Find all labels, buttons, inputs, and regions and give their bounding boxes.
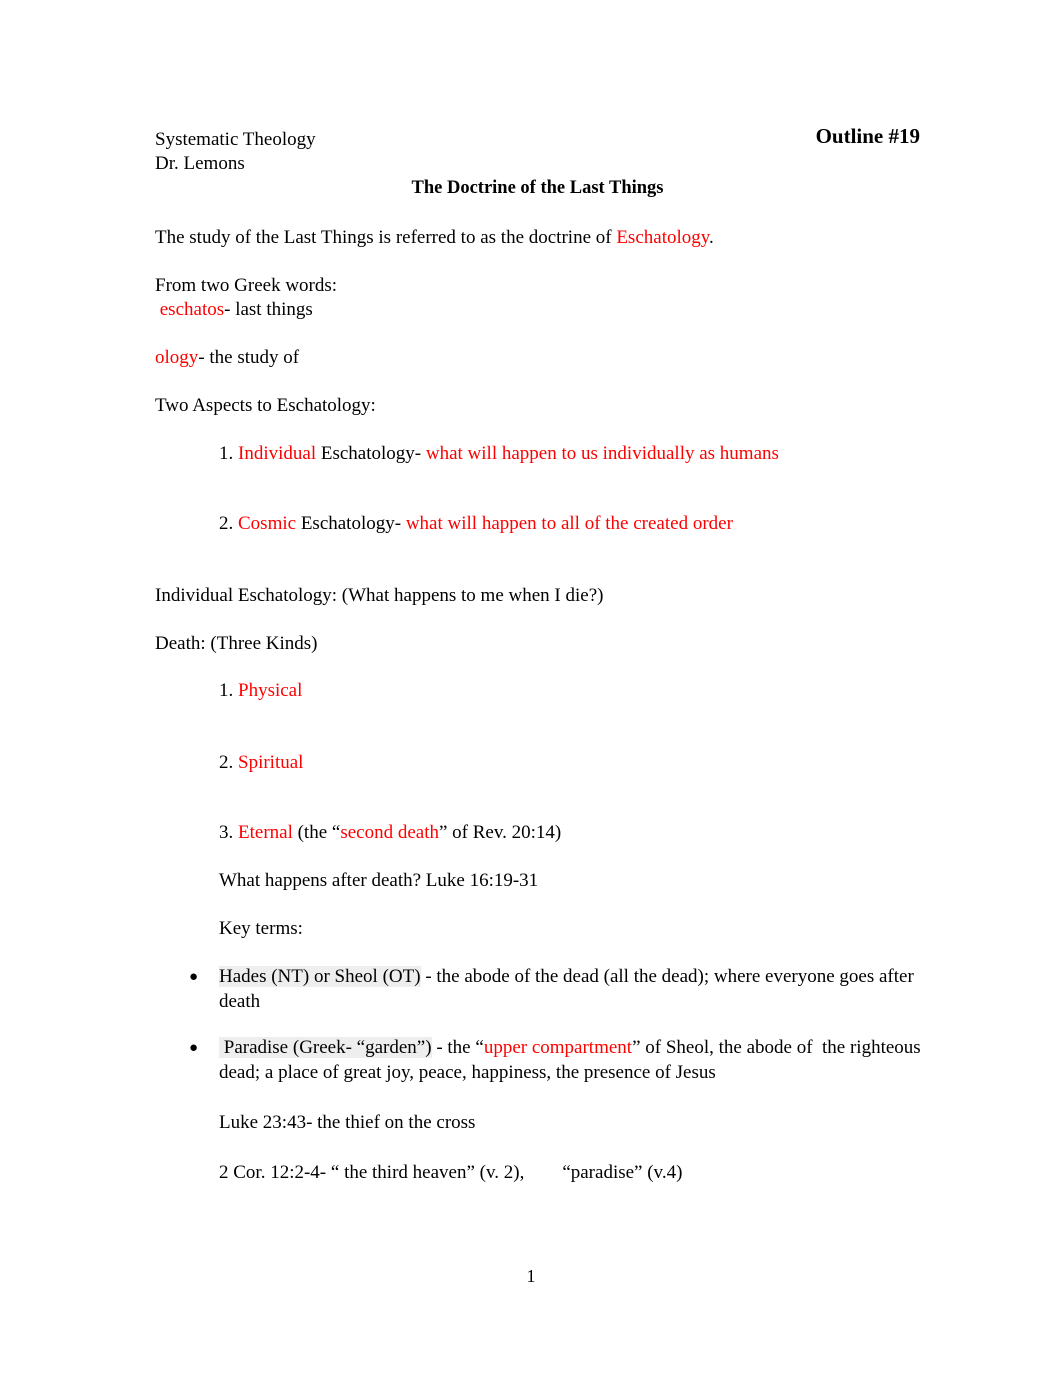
- instructor-name: Dr. Lemons: [155, 152, 245, 174]
- corinthians-reference: 2 Cor. 12:2-4- “ the third heaven” (v. 2…: [219, 1162, 683, 1183]
- ology-definition: ology- the study of: [155, 346, 925, 370]
- course-name: Systematic Theology: [155, 129, 316, 150]
- individual-eschatology-heading: Individual Eschatology: (What happens to…: [155, 585, 604, 606]
- bullet-1-text: Hades (NT) or Sheol (OT) - the abode of …: [219, 965, 925, 1014]
- death-item-3: 3. Eternal (the “second death” of Rev. 2…: [219, 821, 925, 845]
- list-item: ● Paradise (Greek- “garden”) - the “uppe…: [155, 1036, 925, 1085]
- page-title: The Doctrine of the Last Things: [411, 178, 664, 198]
- aspect-2-number: 2.: [219, 513, 238, 534]
- second-death-term: second death: [340, 822, 439, 843]
- bullet-icon: ●: [189, 1040, 199, 1056]
- outline-number: Outline #19: [815, 124, 920, 148]
- document-header: Systematic Theology Dr. Lemons Outline #…: [155, 124, 920, 175]
- death-3-number: 3.: [219, 822, 238, 843]
- death-item-2: 2. Spiritual: [219, 751, 925, 775]
- document-page: Systematic Theology Dr. Lemons Outline #…: [0, 0, 1062, 1377]
- eschatos-term: eschatos: [155, 299, 225, 320]
- aspect-item-2: 2. Cosmic Eschatology- what will happen …: [219, 512, 925, 536]
- death-1-number: 1.: [219, 680, 238, 701]
- ology-term: ology: [155, 347, 199, 368]
- bullet-icon: ●: [189, 969, 199, 985]
- death-2-term: Spiritual: [238, 752, 304, 773]
- upper-compartment-term: upper compartment: [483, 1037, 633, 1058]
- after-death-reference: What happens after death? Luke 16:19-31: [219, 870, 539, 891]
- death-3-middle-a: (the “: [292, 822, 341, 843]
- death-1-term: Physical: [238, 680, 303, 701]
- paradise-term: Paradise (Greek- “garden”): [219, 1037, 432, 1058]
- aspect-2-middle-text: Eschatology-: [296, 513, 406, 534]
- aspect-2-term: Cosmic: [238, 513, 297, 534]
- aspect-1-number: 1.: [219, 443, 238, 464]
- death-2-number: 2.: [219, 752, 238, 773]
- list-item: ● Hades (NT) or Sheol (OT) - the abode o…: [155, 965, 925, 1014]
- two-aspects-heading: Two Aspects to Eschatology:: [155, 395, 376, 416]
- page-number: 1: [526, 1266, 536, 1286]
- eschatos-gloss: - last things: [224, 299, 313, 320]
- greek-words-heading: From two Greek words:: [155, 275, 338, 296]
- eschatos-definition: eschatos- last things: [155, 298, 925, 322]
- death-heading: Death: (Three Kinds): [155, 633, 318, 654]
- ology-gloss: - the study of: [198, 347, 300, 368]
- death-3-term: Eternal: [238, 822, 293, 843]
- intro-suffix-text: .: [709, 227, 714, 248]
- death-3-middle-b: ” of Rev. 20:14): [439, 822, 562, 843]
- bullet-2-middle-a: - the “: [431, 1037, 484, 1058]
- intro-paragraph: The study of the Last Things is referred…: [155, 226, 925, 250]
- hades-sheol-term: Hades (NT) or Sheol (OT): [219, 966, 421, 987]
- aspect-1-term: Individual: [238, 443, 317, 464]
- bullet-2-text: Paradise (Greek- “garden”) - the “upper …: [219, 1036, 925, 1085]
- key-terms-heading: Key terms:: [219, 918, 303, 939]
- aspect-1-description: what will happen to us individually as h…: [425, 443, 779, 464]
- aspect-1-middle-text: Eschatology-: [316, 443, 426, 464]
- document-body: The study of the Last Things is referred…: [155, 226, 925, 1185]
- intro-prefix-text: The study of the Last Things is referred…: [155, 227, 617, 248]
- eschatology-term: Eschatology: [616, 227, 710, 248]
- death-item-1: 1. Physical: [219, 679, 925, 703]
- luke-reference: Luke 23:43- the thief on the cross: [219, 1112, 476, 1133]
- aspect-item-1: 1. Individual Eschatology- what will hap…: [219, 442, 925, 466]
- aspect-2-description: what will happen to all of the created o…: [405, 513, 733, 534]
